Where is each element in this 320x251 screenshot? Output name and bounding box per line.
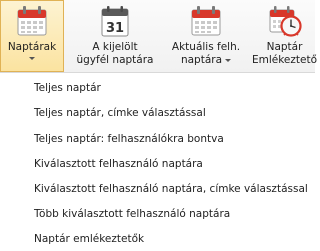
menu-item-selected-user-calendar-tag-selection[interactable]: Kiválasztott felhasználó naptára, címke …	[34, 179, 308, 199]
label-line-2: naptára	[180, 54, 223, 66]
label-line-1: A kijelölt	[92, 41, 138, 53]
calendar-alarm-clock-icon	[269, 6, 302, 37]
calendars-dropdown-button[interactable]: Naptárak	[0, 0, 64, 72]
menu-item-full-calendar-tag-selection[interactable]: Teljes naptár, címke választással	[34, 103, 206, 123]
ribbon-toolbar: Naptárak 31 A kijelölt ügyfél naptára Ak…	[0, 0, 317, 73]
current-user-calendar-dropdown-button[interactable]: Aktuális felh. naptára	[160, 0, 252, 72]
label-line-1: Aktuális felh.	[171, 41, 241, 53]
calendar-icon	[17, 6, 47, 36]
calendars-dropdown-menu: Teljes naptár Teljes naptár, címke válas…	[0, 73, 315, 251]
calendar-day-number: 31	[106, 21, 124, 36]
label-line-1: Naptár	[266, 41, 303, 53]
label-line-2: ügyfél naptára	[76, 54, 154, 66]
calendar-icon	[191, 6, 221, 36]
selected-client-calendar-button[interactable]: 31 A kijelölt ügyfél naptára	[72, 0, 158, 72]
calendars-button-label: Naptárak	[7, 41, 57, 53]
calendar-ribbon-window: Naptárak 31 A kijelölt ügyfél naptára Ak…	[0, 0, 317, 251]
current-user-calendar-label: Aktuális felh. naptára	[172, 41, 240, 67]
menu-item-calendar-reminders[interactable]: Naptár emlékeztetők	[34, 229, 144, 249]
calendar-reminder-label: Naptár Emlékeztető	[252, 41, 317, 67]
selected-client-calendar-label: A kijelölt ügyfél naptára	[76, 41, 153, 67]
menu-item-selected-user-calendar[interactable]: Kiválasztott felhasználó naptára	[34, 154, 203, 174]
menu-item-multiple-selected-users-calendar[interactable]: Több kiválasztott felhasználó naptára	[34, 204, 230, 224]
label-line-2-with-caret: naptára	[172, 54, 240, 67]
chevron-down-icon	[225, 58, 232, 62]
label-line-2: Emlékeztető	[251, 54, 318, 66]
menu-item-full-calendar[interactable]: Teljes naptár	[34, 78, 101, 98]
menu-item-full-calendar-by-users[interactable]: Teljes naptár: felhasználókra bontva	[34, 129, 224, 149]
chevron-down-icon	[29, 57, 35, 60]
calendar-31-icon: 31	[101, 6, 129, 37]
calendar-reminder-button[interactable]: Naptár Emlékeztető	[252, 0, 317, 72]
